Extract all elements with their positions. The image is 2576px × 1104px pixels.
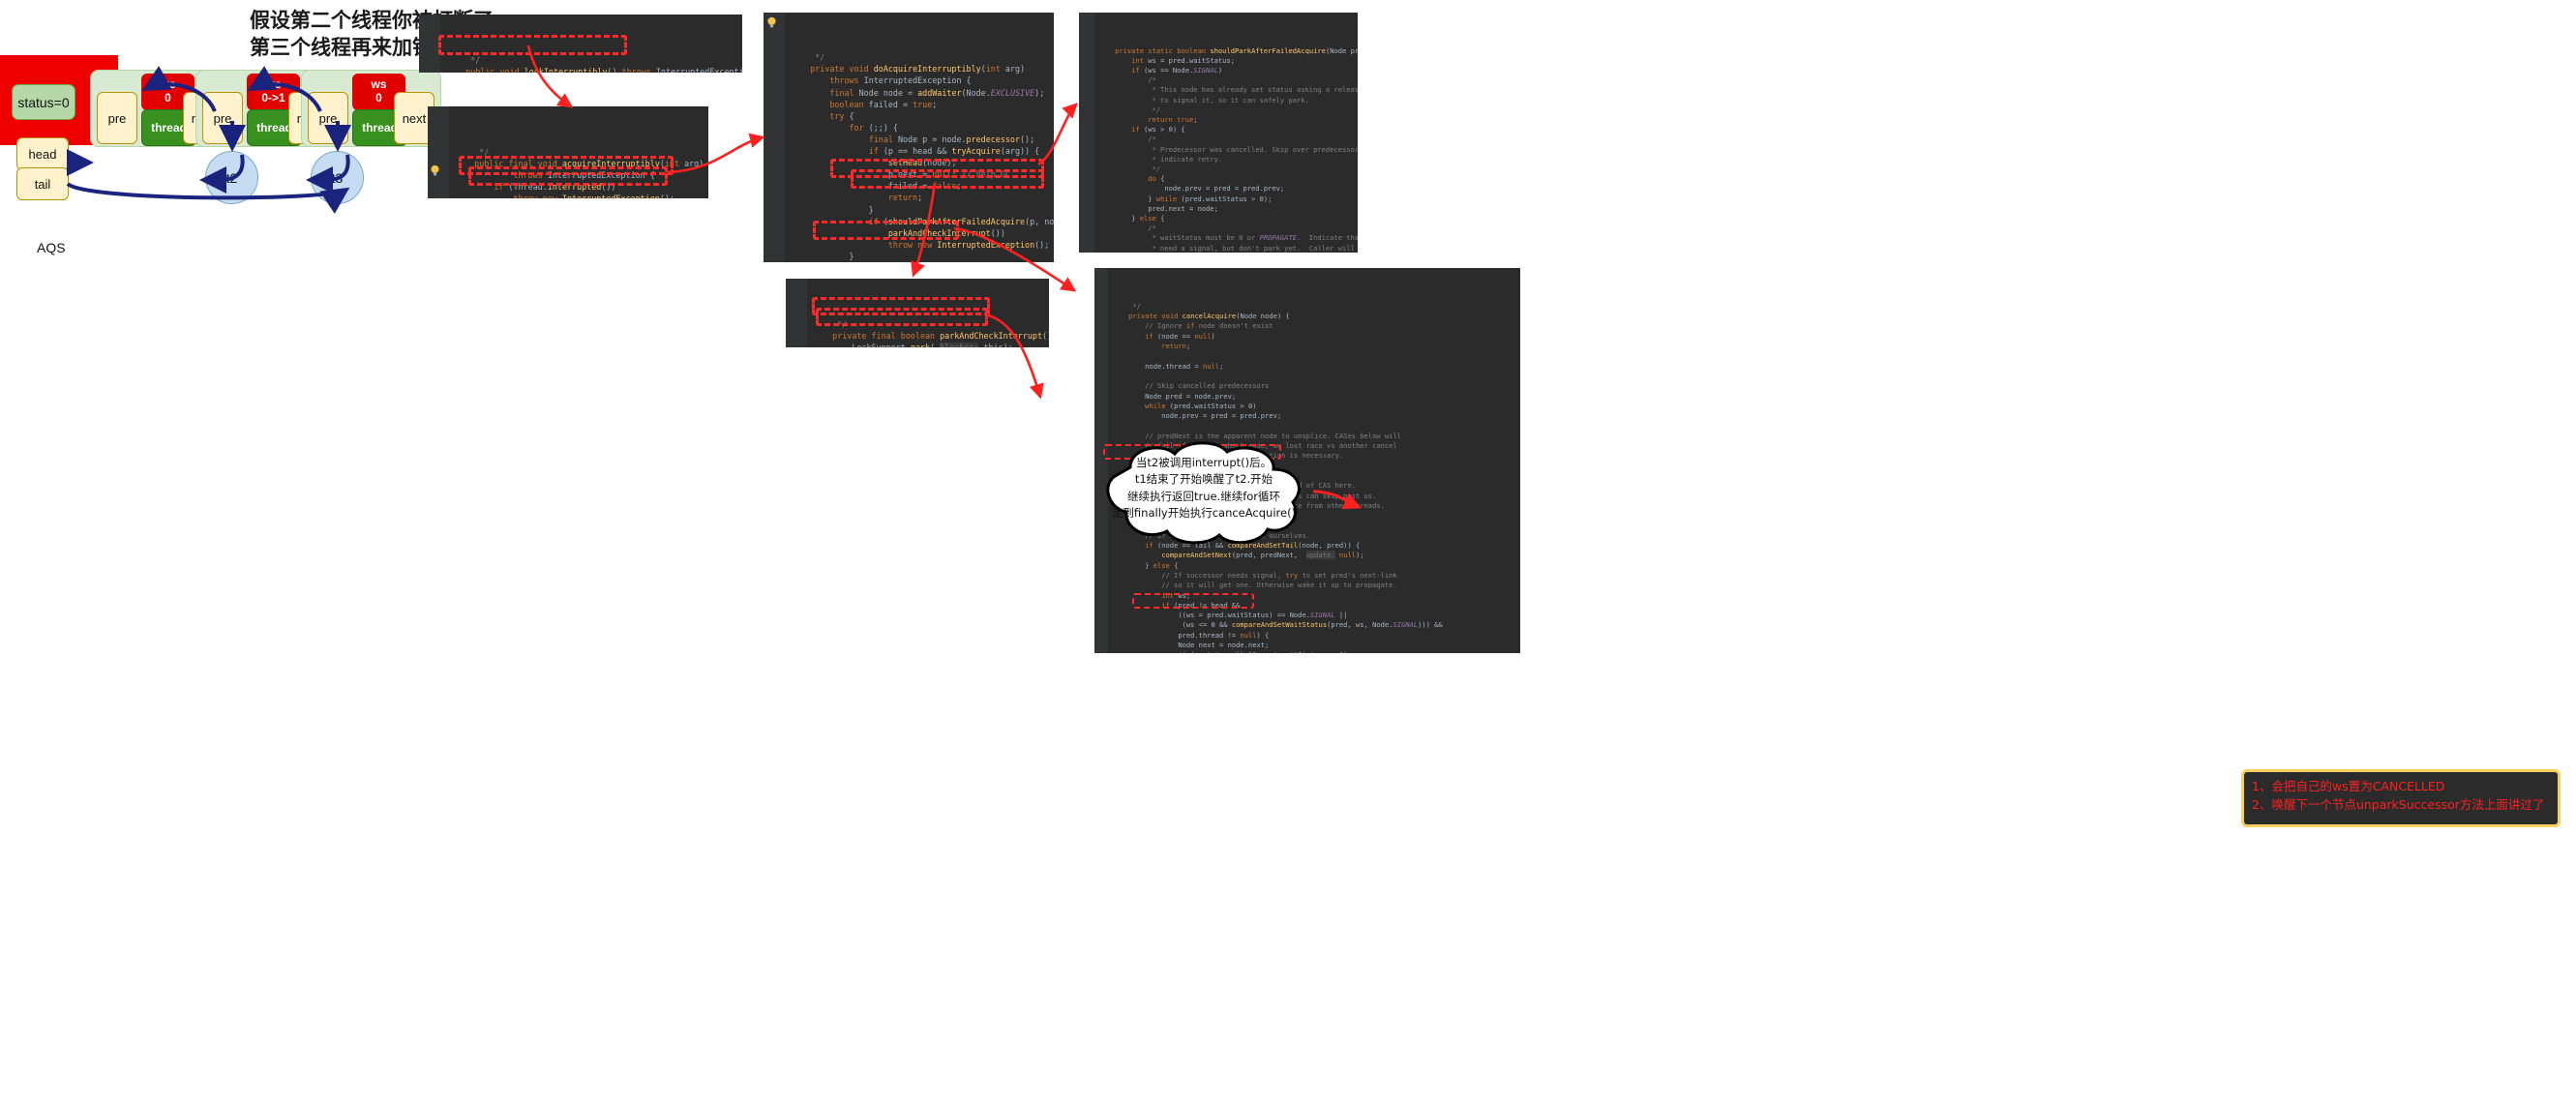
- code-text: */ private final boolean parkAndCheckInt…: [786, 314, 1049, 347]
- node-pre-slot: pre: [308, 92, 348, 144]
- node-pre-slot: pre: [97, 92, 137, 144]
- code-panel-acquireinterruptibly[interactable]: */ public final void acquireInterruptibl…: [428, 106, 708, 198]
- code-panel-doacquireinterruptibly[interactable]: */ private void doAcquireInterruptibly(i…: [764, 13, 1054, 262]
- lightbulb-icon: [765, 16, 780, 31]
- thread-circle-t2: t2: [205, 151, 258, 204]
- node-ws-value: 0: [165, 91, 171, 104]
- code-panel-parkandcheckinterrupt[interactable]: */ private final boolean parkAndCheckInt…: [786, 279, 1049, 347]
- aqs-label: AQS: [37, 240, 66, 255]
- code-text: */ private void doAcquireInterruptibly(i…: [791, 52, 1054, 261]
- code-panel-lockinterruptibly[interactable]: */ public void lockInterruptibly() throw…: [419, 15, 742, 73]
- queue-node: pre ws 0 thread next: [301, 70, 441, 147]
- node-ws-label: ws: [265, 77, 282, 92]
- code-panel-shouldparkafterfailedacquire[interactable]: private static boolean shouldParkAfterFa…: [1079, 13, 1358, 253]
- node-ws-value: 0: [375, 91, 382, 104]
- node-ws-value: 0->1: [261, 91, 285, 104]
- annotation-note-cancelled: 1、会把自己的ws置为CANCELLED 2、唤醒下一个节点unparkSucc…: [2241, 769, 2561, 827]
- aqs-tail-field: tail: [16, 167, 69, 200]
- code-text: */ public final void acquireInterruptibl…: [455, 146, 704, 198]
- aqs-status-field: status=0: [12, 84, 75, 120]
- code-text: */ public void lockInterruptibly() throw…: [419, 50, 742, 73]
- node-pre-slot: pre: [202, 92, 243, 144]
- lightbulb-icon: [429, 164, 443, 179]
- node-ws-label: ws: [371, 77, 387, 92]
- aqs-head-field: head: [16, 137, 69, 170]
- thread-circle-t3: t3: [311, 151, 364, 204]
- code-text: private static boolean shouldParkAfterFa…: [1098, 45, 1358, 253]
- speech-bubble-text: 当t2被调用interrupt()后。 t1结束了开始唤醒了t2.开始 继续执行…: [1111, 456, 1297, 520]
- node-ws-label: ws: [160, 77, 176, 92]
